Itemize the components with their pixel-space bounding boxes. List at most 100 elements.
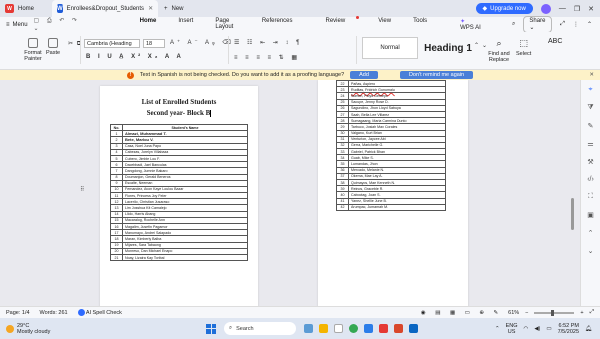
share-button[interactable]: Share ⌄	[523, 16, 553, 33]
wifi-icon[interactable]: ◠	[524, 326, 529, 332]
chevron-up-icon[interactable]: ⌃	[588, 229, 594, 237]
start-button[interactable]	[206, 323, 216, 334]
avatar[interactable]	[540, 3, 551, 14]
tab-ribbon-home[interactable]: Home	[129, 18, 168, 35]
row-number: 42	[336, 203, 349, 211]
tab-view[interactable]: View	[367, 18, 402, 31]
main-menu-button[interactable]: ≡ Menu	[0, 22, 34, 28]
upgrade-button[interactable]: ◆ Upgrade now	[475, 3, 533, 14]
upgrade-label: Upgrade now	[490, 5, 526, 12]
roster-table-page-1: No. Student's Name 1 Almazi, Muhammad T. 2 B…	[110, 123, 248, 262]
tab-page-layout[interactable]: Page Layout	[204, 18, 251, 31]
taskbar-search[interactable]: ⌕ Search	[224, 322, 296, 335]
collapse-ribbon-icon[interactable]: ⌃	[587, 21, 592, 28]
font-name-select[interactable]: Cambria (Heading	[84, 39, 140, 48]
row-number: 21	[110, 253, 123, 262]
drag-handle-icon[interactable]: ⠿	[80, 186, 84, 193]
notifications-icon[interactable]: 🔔︎	[585, 326, 592, 332]
app-icon[interactable]	[304, 324, 313, 333]
crop-icon[interactable]: ⛶	[588, 193, 593, 201]
wps-office-icon[interactable]	[379, 324, 388, 333]
dont-remind-button[interactable]: Don't remind me again	[399, 71, 474, 79]
title-bar: W Home W Enrollees&Dropout_Students ✕ + …	[0, 0, 600, 17]
tab-document[interactable]: W Enrollees&Dropout_Students ✕	[52, 0, 158, 17]
wrench-icon[interactable]: ⚒	[587, 158, 593, 166]
share-label: Share	[529, 18, 546, 24]
menu-bar: ≡ Menu ▢ ⎙ ↶ ↷ ⌄ Home Insert Page Layout…	[0, 16, 600, 35]
search-icon[interactable]: ⌕	[512, 21, 515, 28]
weather-widget[interactable]: 29°C Mostly cloudy	[0, 323, 110, 335]
chevron-up-icon[interactable]: ⌃	[495, 326, 500, 332]
font-grow-shrink-icons[interactable]: A⁺ A⁻ Aᵩ ⌫	[170, 39, 234, 46]
pen-icon[interactable]: ✎	[588, 122, 594, 130]
close-icon[interactable]: ✕	[589, 72, 594, 78]
word-count[interactable]: Words: 261	[40, 310, 68, 316]
zoom-in-icon[interactable]: +	[580, 310, 583, 316]
file-explorer-icon[interactable]	[319, 324, 328, 333]
powerpoint-icon[interactable]	[394, 324, 403, 333]
ribbon-toolbar: Format Painter Paste ✂ ⧉ Cambria (Headin…	[0, 32, 600, 70]
zoom-out-icon[interactable]: −	[525, 310, 528, 316]
ai-spell-check-toggle[interactable]: AI Spell Check	[77, 309, 122, 316]
tab-wps-ai[interactable]: ✦ WPS AI	[438, 18, 512, 31]
page-2[interactable]: 22 Pañas, Aspiero 23 Ruditas, Fridrich Gunu…	[318, 80, 468, 306]
sliders-icon[interactable]: ⚌	[587, 140, 593, 148]
find-replace-button[interactable]: ⌕ Find and Replace	[486, 38, 512, 63]
page-1[interactable]: List of Enrolled Students Second year- B…	[100, 86, 258, 306]
zoom-slider[interactable]	[534, 309, 575, 316]
tab-home[interactable]: W Home	[0, 0, 52, 17]
maximize-icon[interactable]: ❐	[574, 5, 580, 13]
cursor-select-icon: ⬚	[519, 38, 528, 48]
add-button[interactable]: Add	[350, 71, 378, 79]
format-painter-button[interactable]: Format Painter	[20, 38, 46, 62]
spell-check-button[interactable]: ABC	[548, 38, 562, 45]
document-area[interactable]: ⠿ List of Enrolled Students Second year-…	[0, 80, 580, 306]
close-tab-icon[interactable]: ✕	[148, 5, 153, 12]
tab-tools[interactable]: Tools	[402, 18, 438, 31]
roster-table-page-2: 22 Pañas, Aspiero 23 Ruditas, Fridrich Gunu…	[336, 80, 446, 211]
chevron-down-icon[interactable]: ⌄	[588, 247, 594, 255]
style-heading-1[interactable]: Heading 1	[420, 37, 476, 59]
clock[interactable]: 6:52 PM 7/5/2025	[558, 323, 579, 335]
scroll-thumb[interactable]	[571, 198, 574, 230]
volume-icon[interactable]: ◀)	[534, 326, 540, 332]
more-icon[interactable]: ⋮	[573, 21, 579, 28]
location-icon[interactable]: ⌖	[589, 86, 593, 94]
select-button[interactable]: ⬚ Select	[516, 38, 531, 57]
minimize-icon[interactable]: —	[559, 5, 566, 12]
tab-insert[interactable]: Insert	[167, 18, 204, 31]
font-size-select[interactable]: 18	[143, 39, 165, 48]
fit-page-icon[interactable]: ⤢	[590, 309, 594, 316]
text-format-icons[interactable]: B I U A̲ X² X₂ A A	[86, 54, 184, 60]
expand-icon[interactable]: ⤢	[560, 21, 565, 28]
vertical-scrollbar[interactable]	[571, 90, 575, 296]
style-normal[interactable]: Normal	[362, 37, 418, 59]
list-icons[interactable]: ☰ ☷ ⇤ ⇥ ↕ ¶	[234, 39, 302, 46]
battery-icon[interactable]: ▭	[546, 326, 551, 332]
new-tab-button[interactable]: + New	[164, 6, 184, 12]
word-icon[interactable]	[409, 324, 418, 333]
zoom-level[interactable]: 61%	[508, 310, 519, 316]
tab-review[interactable]: Review	[304, 16, 368, 31]
quick-access-icons[interactable]: ▢ ⎙ ↶ ↷ ⌄	[34, 17, 89, 32]
view-mode-icons[interactable]: ◉ ▤ ▦ ▭ ⊕ ✎	[421, 310, 502, 316]
tab-references[interactable]: References	[251, 18, 304, 31]
filter-icon[interactable]: ⧩	[587, 104, 593, 112]
outlook-icon[interactable]	[364, 324, 373, 333]
divider	[80, 36, 81, 64]
language-indicator[interactable]: ENG US	[506, 323, 518, 335]
format-painter-label: Format Painter	[24, 50, 42, 62]
chrome-icon[interactable]	[349, 324, 358, 333]
paste-button[interactable]: Paste	[46, 38, 60, 56]
taskbar: 29°C Mostly cloudy ⌕ Search ⌃ ENG US ◠ ◀…	[0, 318, 600, 339]
alignment-icons[interactable]: ≡ ≡ ≡ ≡ ⇅ ▦	[234, 54, 300, 61]
find-replace-label: Find and Replace	[488, 51, 510, 63]
page-indicator[interactable]: Page: 1/4	[6, 310, 30, 316]
plus-icon: +	[164, 5, 168, 12]
frame-icon[interactable]: ▣	[587, 211, 594, 219]
ai-spell-check-label: AI Spell Check	[85, 309, 122, 316]
store-icon[interactable]	[334, 324, 343, 333]
close-window-icon[interactable]: ✕	[588, 5, 594, 13]
table-row: 21 Noay, Lizaira Kay Toribal	[110, 253, 248, 262]
code-icon[interactable]: ‹/›	[587, 176, 594, 183]
